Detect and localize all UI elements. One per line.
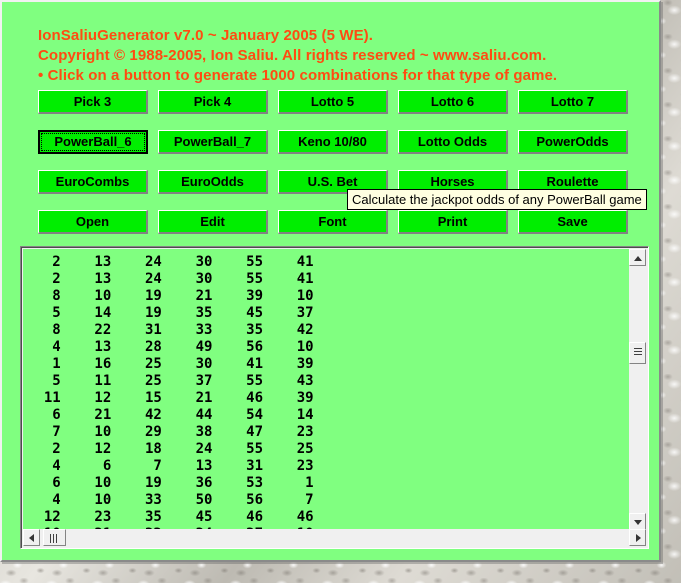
window-client-area: IonSaliuGenerator v7.0 ~ January 2005 (5… (6, 6, 659, 560)
scroll-right-button[interactable] (629, 529, 646, 546)
button-lotto-7[interactable]: Lotto 7 (518, 90, 628, 114)
button-pick-3[interactable]: Pick 3 (38, 90, 148, 114)
button-powerball-6-label: PowerBall_6 (54, 134, 132, 149)
grip-lines-icon (634, 348, 642, 359)
button-keno-10-80[interactable]: Keno 10/80 (278, 130, 388, 154)
button-lotto-6[interactable]: Lotto 6 (398, 90, 508, 114)
button-font[interactable]: Font (278, 210, 388, 234)
application-window: IonSaliuGenerator v7.0 ~ January 2005 (5… (0, 0, 661, 562)
triangle-left-icon (29, 534, 34, 542)
button-euro-odds[interactable]: EuroOdds (158, 170, 268, 194)
button-save[interactable]: Save (518, 210, 628, 234)
triangle-up-icon (634, 256, 642, 261)
triangle-right-icon (636, 534, 641, 542)
header-title-line: IonSaliuGenerator v7.0 ~ January 2005 (5… (38, 27, 374, 44)
horizontal-scrollbar-thumb[interactable] (43, 529, 66, 546)
output-text-area[interactable]: 2 13 24 30 55 41 2 13 24 30 55 41 8 10 1… (20, 246, 649, 549)
scroll-down-button[interactable] (629, 513, 646, 530)
scroll-left-button[interactable] (23, 529, 40, 546)
button-lotto-5[interactable]: Lotto 5 (278, 90, 388, 114)
header-copyright-line: Copyright © 1988-2005, Ion Saliu. All ri… (38, 47, 547, 64)
button-euro-combs[interactable]: EuroCombs (38, 170, 148, 194)
horizontal-scrollbar[interactable] (23, 529, 646, 546)
button-row-games-basic: Pick 3 Pick 4 Lotto 5 Lotto 6 Lotto 7 (6, 90, 659, 114)
button-lotto-odds[interactable]: Lotto Odds (398, 130, 508, 154)
button-row-file-actions: Open Edit Font Print Save (6, 210, 659, 234)
header-instruction-line: • Click on a button to generate 1000 com… (38, 67, 558, 84)
button-edit[interactable]: Edit (158, 210, 268, 234)
triangle-down-icon (634, 520, 642, 525)
tooltip: Calculate the jackpot odds of any PowerB… (347, 189, 647, 210)
header-block: IonSaliuGenerator v7.0 ~ January 2005 (5… (38, 26, 638, 86)
button-power-odds[interactable]: PowerOdds (518, 130, 628, 154)
button-pick-4[interactable]: Pick 4 (158, 90, 268, 114)
vertical-scrollbar[interactable] (629, 249, 646, 530)
button-powerball-7[interactable]: PowerBall_7 (158, 130, 268, 154)
button-print[interactable]: Print (398, 210, 508, 234)
output-text-pane[interactable]: 2 13 24 30 55 41 2 13 24 30 55 41 8 10 1… (23, 249, 629, 530)
vertical-scrollbar-thumb[interactable] (629, 342, 646, 364)
scroll-up-button[interactable] (629, 249, 646, 266)
combinations-grid: 2 13 24 30 55 41 2 13 24 30 55 41 8 10 1… (43, 254, 314, 530)
grip-lines-icon (50, 534, 60, 543)
desktop-background: IonSaliuGenerator v7.0 ~ January 2005 (5… (0, 0, 681, 583)
button-powerball-6[interactable]: PowerBall_6 (38, 130, 148, 154)
button-row-powerball-keno: PowerBall_6 PowerBall_7 Keno 10/80 Lotto… (6, 130, 659, 154)
button-open[interactable]: Open (38, 210, 148, 234)
